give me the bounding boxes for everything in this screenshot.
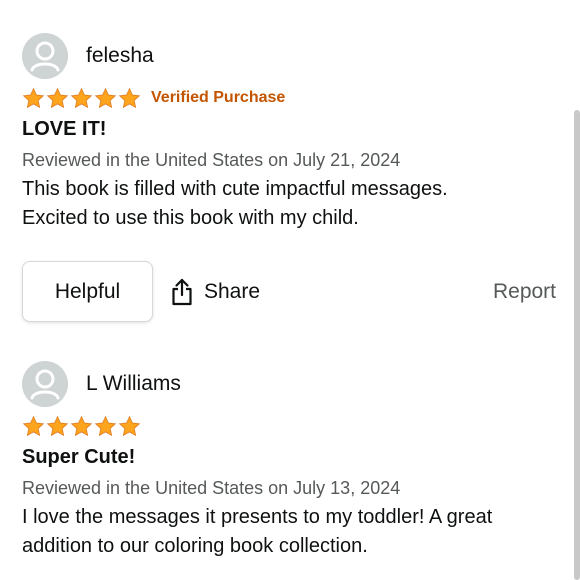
review-body-line: This book is filled with cute impactful … — [22, 178, 448, 200]
review-body: I love the messages it presents to my to… — [22, 503, 558, 561]
star-icon — [94, 87, 117, 108]
review-date: Reviewed in the United States on July 13… — [22, 478, 401, 498]
review-author-name[interactable]: L Williams — [86, 372, 181, 396]
review-author-row: L Williams — [22, 361, 558, 407]
review-rating-row: Verified Purchase — [22, 84, 558, 112]
star-icon — [22, 87, 45, 108]
review-title: LOVE IT! — [22, 118, 107, 140]
avatar[interactable] — [22, 33, 68, 79]
scrollbar[interactable] — [574, 110, 580, 580]
person-silhouette-icon — [22, 361, 68, 407]
report-link[interactable]: Report — [493, 280, 556, 304]
share-button[interactable]: Share — [170, 278, 260, 306]
review-body-line: addition to our coloring book collection… — [22, 535, 368, 557]
verified-purchase-badge: Verified Purchase — [151, 89, 286, 106]
star-icon — [118, 87, 141, 108]
share-icon — [172, 278, 192, 305]
review-body-line: Excited to use this book with my child. — [22, 207, 359, 229]
review-date: Reviewed in the United States on July 21… — [22, 150, 401, 170]
review-rating-row — [22, 412, 558, 440]
avatar[interactable] — [22, 361, 68, 407]
review-actions: Helpful Share Report — [22, 261, 558, 322]
review-author-row: felesha — [22, 33, 558, 79]
share-label: Share — [204, 279, 261, 303]
star-icon — [118, 415, 141, 436]
star-icon — [46, 415, 69, 436]
star-icon — [70, 87, 93, 108]
star-icon — [94, 415, 117, 436]
helpful-button[interactable]: Helpful — [22, 261, 153, 322]
star-rating[interactable] — [22, 415, 141, 438]
review-card: L Williams Super Cute! Reviewed in the U… — [22, 361, 558, 561]
review-author-name[interactable]: felesha — [86, 44, 154, 68]
star-icon — [22, 415, 45, 436]
star-icon — [70, 415, 93, 436]
review-body-line: I love the messages it presents to my to… — [22, 506, 493, 528]
star-icon — [46, 87, 69, 108]
person-silhouette-icon — [22, 33, 68, 79]
review-card: felesha Verified Purchase LOVE IT! Revie… — [22, 33, 558, 233]
star-rating[interactable] — [22, 87, 141, 110]
review-body: This book is filled with cute impactful … — [22, 175, 558, 233]
review-title: Super Cute! — [22, 446, 136, 468]
